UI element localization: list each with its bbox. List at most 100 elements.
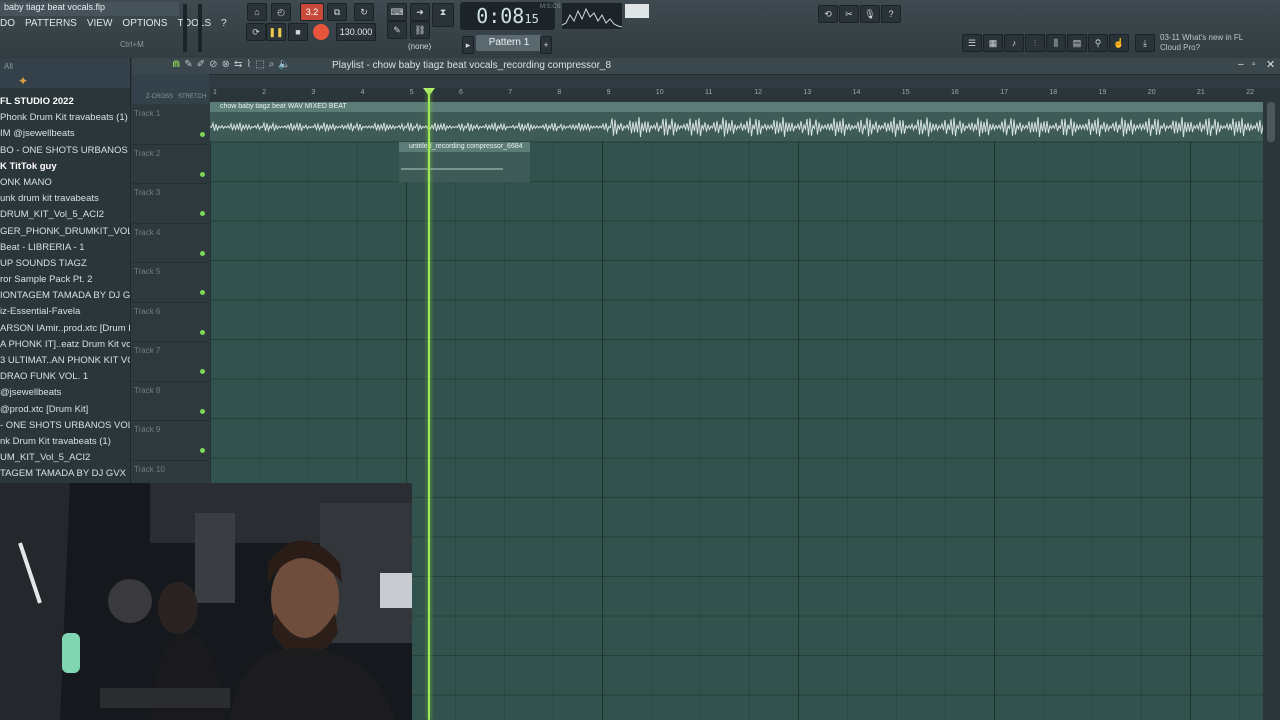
plugin-picker-icon[interactable]: ⚲ <box>1088 34 1108 52</box>
browser-item[interactable]: Beat - LIBRERIA - 1 <box>0 240 130 256</box>
vertical-scrollbar[interactable] <box>1263 88 1280 720</box>
browser-item[interactable]: UP SOUNDS TIAGZ <box>0 256 130 272</box>
snap-selector[interactable]: (none) <box>408 42 431 51</box>
browser-item[interactable]: ONK MANO <box>0 175 130 191</box>
menu-patterns[interactable]: PATTERNS <box>25 18 77 34</box>
magnet-icon[interactable]: ⋒ <box>172 59 180 70</box>
track-header[interactable]: Track 1 <box>132 104 209 145</box>
browser-item[interactable]: Phonk Drum Kit travabeats (1) <box>0 110 130 126</box>
tempo-display[interactable]: 130.000 <box>336 23 376 41</box>
delete-icon[interactable]: ⊘ <box>209 59 217 70</box>
channel-rack-icon[interactable]: ▦ <box>983 34 1003 52</box>
track-header[interactable]: Track 3 <box>132 183 209 224</box>
mixer-icon[interactable]: ⫼ <box>1046 34 1066 52</box>
browser-item[interactable]: A PHONK IT]..eatz Drum Kit vol 1 <box>0 337 130 353</box>
browser-item[interactable]: @prod.xtc [Drum Kit] <box>0 402 130 418</box>
browser-item[interactable]: ror Sample Pack Pt. 2 <box>0 272 130 288</box>
loop-icon[interactable]: ⟳ <box>246 23 266 41</box>
menu-help[interactable]: ? <box>221 18 227 34</box>
mute-icon[interactable]: ⊗ <box>222 59 230 70</box>
metronome-weight-icon[interactable]: ⧗ <box>432 3 454 27</box>
undo-icon[interactable]: ⟲ <box>818 5 838 23</box>
counter-display[interactable]: 3.2 <box>300 3 324 21</box>
browser-item[interactable]: K TitTok guy <box>0 159 130 175</box>
browser-star-icon[interactable]: ✦ <box>18 74 28 88</box>
loop-record-icon[interactable]: ↻ <box>354 3 374 21</box>
pattern-song-toggle-icon[interactable]: ⌂ <box>247 3 267 21</box>
browser-item[interactable]: DRUM_KIT_Vol_5_ACI2 <box>0 207 130 223</box>
news-panel[interactable]: 03-11 What's new in FL Cloud Pro? <box>1160 33 1270 53</box>
help-icon[interactable]: ? <box>881 5 901 23</box>
browser-item[interactable]: IM @jsewellbeats <box>0 126 130 142</box>
menu-view[interactable]: VIEW <box>87 18 113 34</box>
paint-icon[interactable]: ✐ <box>197 59 205 70</box>
arrow-right-icon[interactable]: ➜ <box>410 3 430 21</box>
browser-icon[interactable]: ⫶ <box>1025 34 1045 52</box>
menu-file[interactable]: DO <box>0 18 15 34</box>
track-header[interactable]: Track 9 <box>132 420 209 461</box>
browser-item[interactable]: BO - ONE SHOTS URBANOS VOL. 2 <box>0 143 130 159</box>
pattern-selector[interactable]: Pattern 1 <box>476 35 542 51</box>
pause-button[interactable]: ❚❚ <box>266 23 286 41</box>
browser-item[interactable]: IONTAGEM TAMADA BY DJ GVX <box>0 288 130 304</box>
piano-roll-icon[interactable]: ♪ <box>1004 34 1024 52</box>
typing-keyboard-icon[interactable]: ⌨ <box>387 3 407 21</box>
record-button[interactable] <box>313 24 329 40</box>
track-mute-led[interactable] <box>200 290 205 295</box>
track-header[interactable]: Track 5 <box>132 262 209 303</box>
pencil-icon[interactable]: ✎ <box>387 21 407 39</box>
browser-item[interactable]: FL STUDIO 2022 <box>0 94 130 110</box>
track-header[interactable]: Track 6 <box>132 302 209 342</box>
browser-item[interactable]: nk Drum Kit travabeats (1) <box>0 434 130 450</box>
playback-icon[interactable]: 🔈 <box>278 59 290 70</box>
stretch-label[interactable]: STRETCH <box>178 94 206 100</box>
menu-options[interactable]: OPTIONS <box>122 18 167 34</box>
browser-item[interactable]: unk drum kit travabeats <box>0 191 130 207</box>
timeline-ruler[interactable]: 1 2 3 4 5 6 7 8 9 10 11 12 13 14 15 16 17 18 19 20 21 22 <box>210 88 1263 103</box>
zoom-icon[interactable]: ⌕ <box>269 59 275 70</box>
browser-item[interactable]: ARSON IAmir..prod.xtc [Drum Kit] <box>0 321 130 337</box>
stop-button[interactable]: ■ <box>288 23 308 41</box>
link-icon[interactable]: ⛓ <box>410 21 430 39</box>
track-header[interactable]: Track 2 <box>132 144 209 184</box>
audio-clip[interactable]: chow baby tiagz beat WAV MIXED BEAT <box>209 102 1265 141</box>
download-icon[interactable]: ⤓ <box>1135 34 1155 52</box>
pattern-prev-icon[interactable]: ▸ <box>462 36 474 54</box>
touch-controller-icon[interactable]: ☝ <box>1109 34 1129 52</box>
zcross-label[interactable]: Z-CROSS <box>146 94 173 100</box>
browser-item[interactable]: DRAO FUNK VOL. 1 <box>0 369 130 385</box>
track-mute-led[interactable] <box>200 171 205 177</box>
slice-icon[interactable]: ⌇ <box>246 59 251 70</box>
master-pitch-slider[interactable] <box>198 4 202 52</box>
track-header[interactable]: Track 7 <box>132 341 209 382</box>
plugin-icon[interactable]: ▤ <box>1067 34 1087 52</box>
minimize-icon[interactable]: ‒ <box>1238 59 1244 70</box>
scroll-thumb[interactable] <box>1267 102 1275 142</box>
mixer-scissors-icon[interactable]: ✂ <box>839 5 859 23</box>
audio-clip[interactable]: untitled_recording compressor_6684 <box>399 142 530 182</box>
microphone-icon[interactable]: 🎙 <box>860 5 880 23</box>
track-mute-led[interactable] <box>200 132 205 137</box>
track-header[interactable]: Track 4 <box>132 223 209 263</box>
close-icon[interactable]: ✕ <box>1266 58 1275 71</box>
select-icon[interactable]: ⬚ <box>255 59 264 70</box>
step-edit-icon[interactable]: ⧉ <box>327 3 347 21</box>
metronome-icon[interactable]: ◴ <box>271 3 291 21</box>
browser-item[interactable]: @jsewellbeats <box>0 385 130 401</box>
track-mute-led[interactable] <box>200 408 205 414</box>
track-mute-led[interactable] <box>200 211 205 216</box>
browser-item[interactable]: GER_PHONK_DRUMKIT_VOL_3 <box>0 224 130 240</box>
track-mute-led[interactable] <box>200 448 205 453</box>
track-mute-led[interactable] <box>200 250 205 256</box>
draw-icon[interactable]: ✎ <box>184 59 192 70</box>
maximize-icon[interactable]: ▫ <box>1252 59 1256 70</box>
browser-filter[interactable]: All <box>4 62 13 71</box>
master-volume-slider[interactable] <box>183 4 187 52</box>
browser-item[interactable]: - ONE SHOTS URBANOS VOL. 2 <box>0 418 130 434</box>
playlist-window-icon[interactable]: ☰ <box>962 34 982 52</box>
playhead[interactable] <box>428 90 430 720</box>
track-mute-led[interactable] <box>200 369 205 374</box>
pattern-add-icon[interactable]: + <box>540 36 552 54</box>
browser-item[interactable]: iz-Essential-Favela <box>0 304 130 320</box>
track-header[interactable]: Track 8 <box>132 381 209 421</box>
